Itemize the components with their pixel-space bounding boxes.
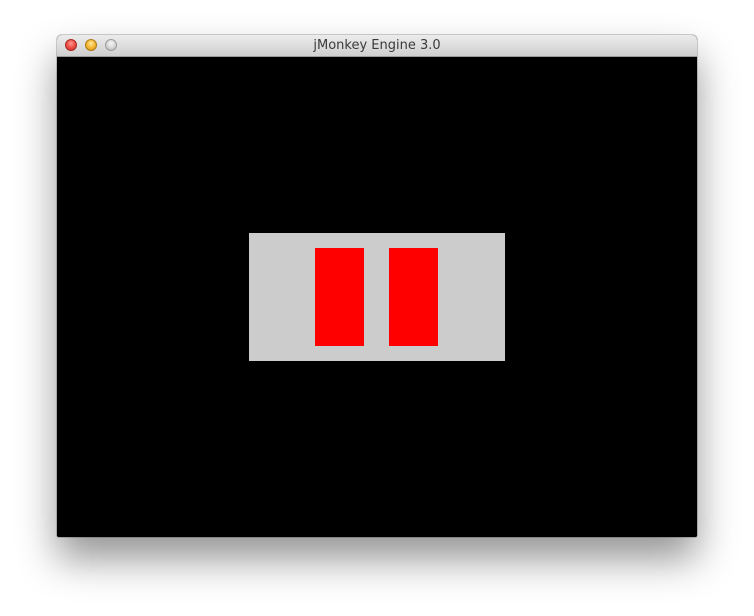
red-block-left — [315, 248, 364, 346]
app-window: jMonkey Engine 3.0 — [57, 35, 697, 537]
gray-panel — [249, 233, 505, 361]
title-bar[interactable]: jMonkey Engine 3.0 — [57, 35, 697, 57]
window-title: jMonkey Engine 3.0 — [313, 38, 441, 53]
desktop: jMonkey Engine 3.0 — [0, 0, 754, 616]
red-block-right — [389, 248, 438, 346]
render-viewport[interactable] — [57, 57, 697, 537]
